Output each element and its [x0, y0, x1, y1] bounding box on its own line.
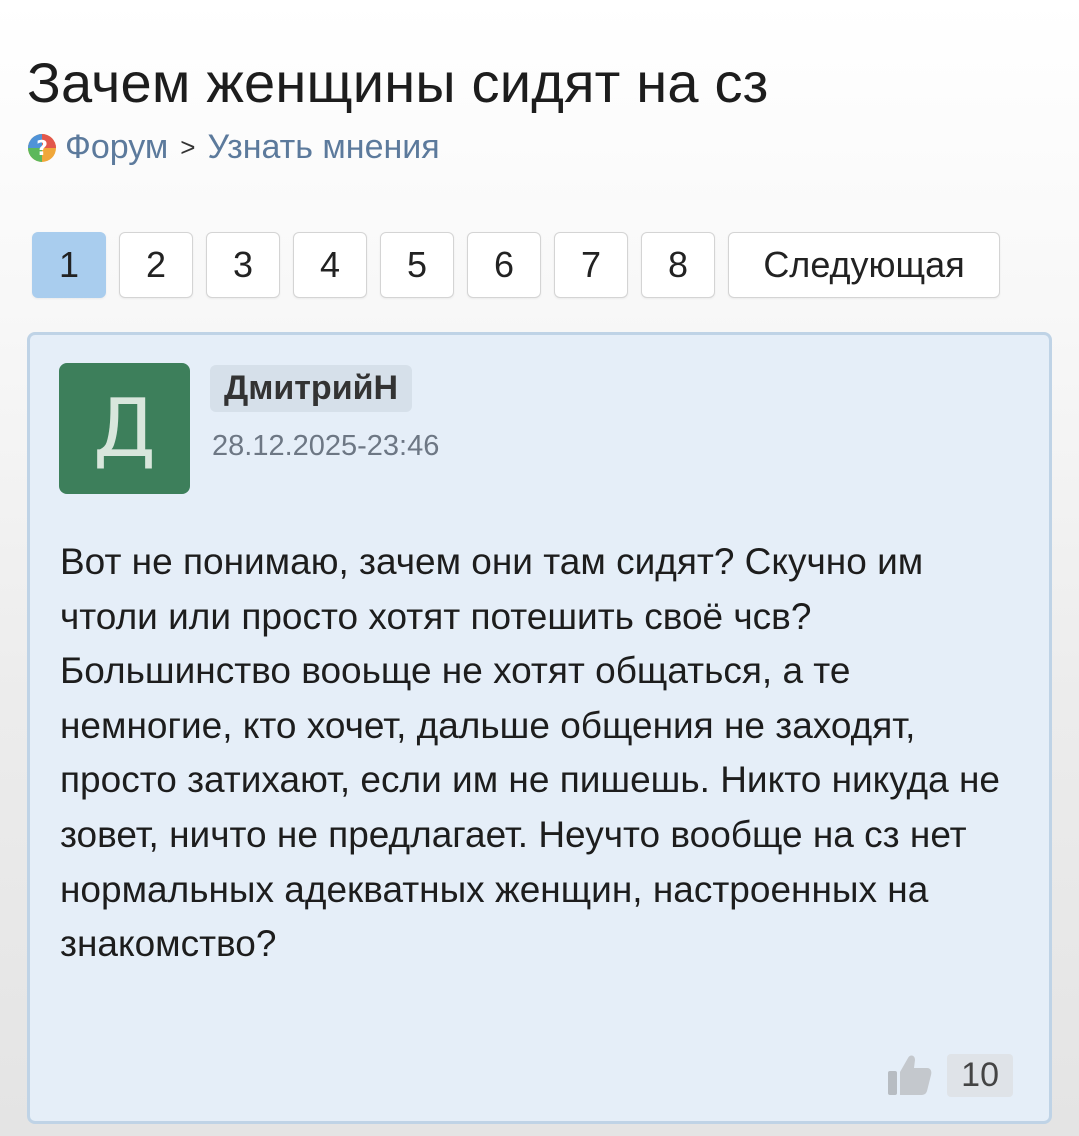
- page-6-button[interactable]: 6: [467, 232, 541, 298]
- breadcrumb-separator: >: [180, 132, 196, 162]
- breadcrumb-forum-link[interactable]: Форум: [65, 128, 168, 167]
- like-area: 10: [887, 1053, 1013, 1097]
- thumbs-up-icon[interactable]: [887, 1053, 933, 1097]
- author-name[interactable]: ДмитрийН: [210, 365, 413, 412]
- pagination: 1 2 3 4 5 6 7 8 Следующая: [32, 232, 1000, 298]
- page-title: Зачем женщины сидят на сз: [27, 51, 769, 114]
- like-count: 10: [947, 1053, 1013, 1097]
- page-7-button[interactable]: 7: [554, 232, 628, 298]
- svg-text:?: ?: [36, 136, 48, 160]
- page-8-button[interactable]: 8: [641, 232, 715, 298]
- breadcrumb: ? Форум > Узнать мнения: [27, 128, 440, 167]
- post-date: 28.12.2025-23:46: [212, 430, 440, 462]
- avatar[interactable]: Д: [59, 363, 190, 494]
- post-text: Вот не понимаю, зачем они там сидят? Ску…: [60, 541, 1001, 965]
- page-2-button[interactable]: 2: [119, 232, 193, 298]
- breadcrumb-section-link[interactable]: Узнать мнения: [207, 128, 439, 167]
- page-5-button[interactable]: 5: [380, 232, 454, 298]
- question-mark-icon: ?: [28, 133, 56, 162]
- page-4-button[interactable]: 4: [293, 232, 367, 298]
- next-page-button[interactable]: Следующая: [728, 232, 1000, 298]
- post-card: Д ДмитрийН 28.12.2025-23:46 Вот не поним…: [27, 332, 1052, 1124]
- page-1-button[interactable]: 1: [32, 232, 106, 298]
- page-3-button[interactable]: 3: [206, 232, 280, 298]
